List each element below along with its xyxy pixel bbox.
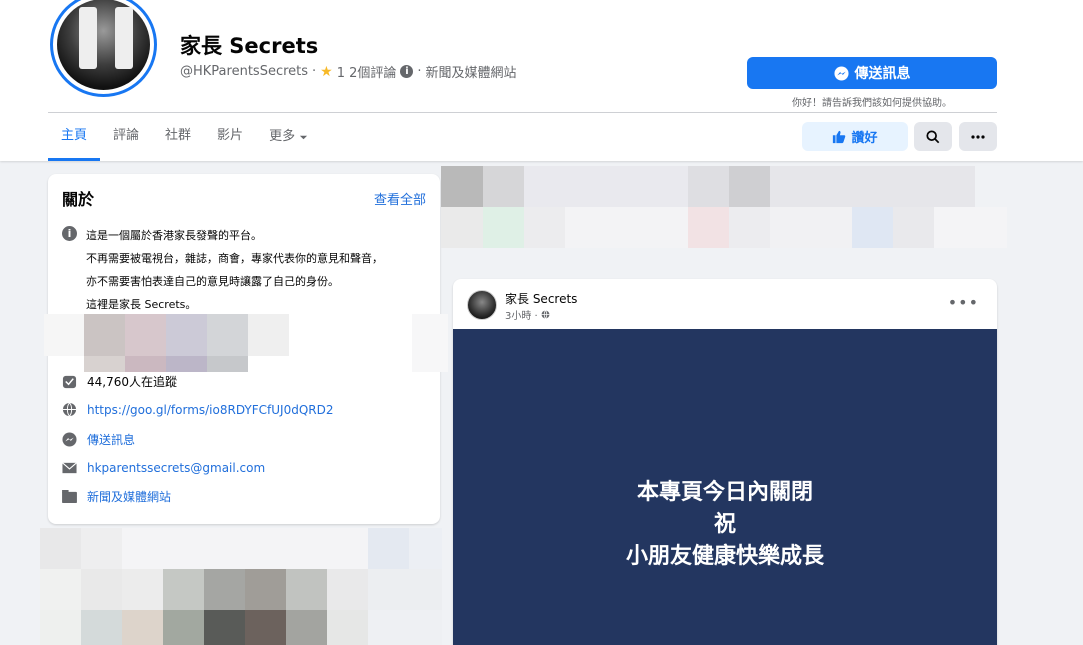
description-line: 這是一個屬於香港家長發聲的平台。 xyxy=(86,229,262,242)
page-header: 家長 Secrets @HKParentsSecrets · ★ 1 2個評論 … xyxy=(0,0,1083,161)
page-title: 家長 Secrets xyxy=(180,34,319,58)
website-link[interactable]: https://goo.gl/forms/io8RDYFCfUJ0dQRD2 xyxy=(87,403,334,417)
page-handle: @HKParentsSecrets xyxy=(180,64,309,79)
followers-row: 44,760人在追蹤 xyxy=(62,373,177,390)
pixelated-region-about xyxy=(44,314,448,372)
globe-icon xyxy=(62,402,77,417)
about-title: 關於 xyxy=(62,190,95,209)
post-author-name[interactable]: 家長 Secrets xyxy=(505,290,577,307)
page-tabs: 主頁 評論 社群 影片 更多 xyxy=(48,113,321,161)
send-message-button[interactable]: 傳送訊息 xyxy=(747,57,997,89)
see-all-link[interactable]: 查看全部 xyxy=(374,189,426,208)
search-button[interactable] xyxy=(914,122,952,151)
more-dots-icon xyxy=(971,134,985,139)
pixelated-region-bottom-left xyxy=(40,528,442,645)
page-avatar[interactable] xyxy=(50,0,157,97)
about-description: 這是一個屬於香港家長發聲的平台。 不再需要被電視台，雜誌，商會，專家代表你的意見… xyxy=(86,224,383,316)
category-row: 新聞及媒體網站 xyxy=(62,488,171,505)
post-image-line: 本專頁今日內關閉 xyxy=(636,480,813,505)
send-message-label: 傳送訊息 xyxy=(854,66,911,82)
post-image[interactable]: 本專頁今日內關閉 祝 小朋友健康快樂成長 xyxy=(453,329,997,645)
message-row: 傳送訊息 xyxy=(62,431,135,448)
category-icon xyxy=(62,489,77,504)
post-timestamp: 3小時 · xyxy=(505,307,550,322)
page-category: 新聞及媒體網站 xyxy=(425,66,517,81)
pixelated-region-top-right xyxy=(441,166,1007,248)
info-icon[interactable]: i xyxy=(400,65,414,78)
message-link[interactable]: 傳送訊息 xyxy=(87,431,135,448)
like-button[interactable]: 讚好 xyxy=(802,122,908,151)
tab-community[interactable]: 社群 xyxy=(152,113,204,161)
rating-link[interactable]: 1 2個評論 xyxy=(337,62,397,81)
post-image-line: 小朋友健康快樂成長 xyxy=(625,544,824,569)
messenger-icon xyxy=(62,432,77,447)
email-row: hkparentssecrets@gmail.com xyxy=(62,460,265,475)
tab-home[interactable]: 主頁 xyxy=(48,113,101,161)
description-line: 不再需要被電視台，雜誌，商會，專家代表你的意見和聲音， xyxy=(86,252,383,265)
globe-icon xyxy=(541,310,550,319)
tab-reviews[interactable]: 評論 xyxy=(100,113,152,161)
category-link[interactable]: 新聞及媒體網站 xyxy=(87,488,171,505)
separator: · xyxy=(417,64,422,79)
avatar-image xyxy=(57,0,150,90)
post-options-icon[interactable]: ••• xyxy=(948,293,979,312)
followers-count: 44,760人在追蹤 xyxy=(87,375,177,389)
star-icon: ★ xyxy=(320,63,333,80)
tab-more-label: 更多 xyxy=(269,129,296,144)
description-line: 亦不需要害怕表達自己的意見時讓露了自己的身份。 xyxy=(86,275,339,288)
messenger-icon xyxy=(833,65,849,81)
search-icon xyxy=(926,129,940,143)
post-card: 家長 Secrets 3小時 · ••• 本專頁今日內關閉 祝 小朋友健康快樂成… xyxy=(453,279,997,645)
separator: · xyxy=(312,64,317,79)
post-author-avatar[interactable] xyxy=(467,290,497,320)
thumbs-up-icon xyxy=(833,130,846,143)
more-options-button[interactable] xyxy=(959,122,997,151)
caret-down-icon xyxy=(299,135,308,139)
followers-icon xyxy=(62,374,77,389)
tab-more[interactable]: 更多 xyxy=(256,113,321,161)
envelope-icon xyxy=(62,460,77,475)
send-message-hint: 你好！請告訴我們該如何提供協助。 xyxy=(792,98,952,109)
like-label: 讚好 xyxy=(851,131,878,146)
website-row: https://goo.gl/forms/io8RDYFCfUJ0dQRD2 xyxy=(62,402,334,417)
tab-videos[interactable]: 影片 xyxy=(204,113,256,161)
page-subtitle: @HKParentsSecrets · ★ 1 2個評論 i · 新聞及媒體網站 xyxy=(180,62,517,82)
email-link[interactable]: hkparentssecrets@gmail.com xyxy=(87,461,265,475)
info-icon: i xyxy=(62,226,77,241)
post-time-text[interactable]: 3小時 · xyxy=(505,307,538,322)
description-line: 這裡是家長 Secrets。 xyxy=(86,298,197,311)
post-image-line: 祝 xyxy=(713,512,736,537)
